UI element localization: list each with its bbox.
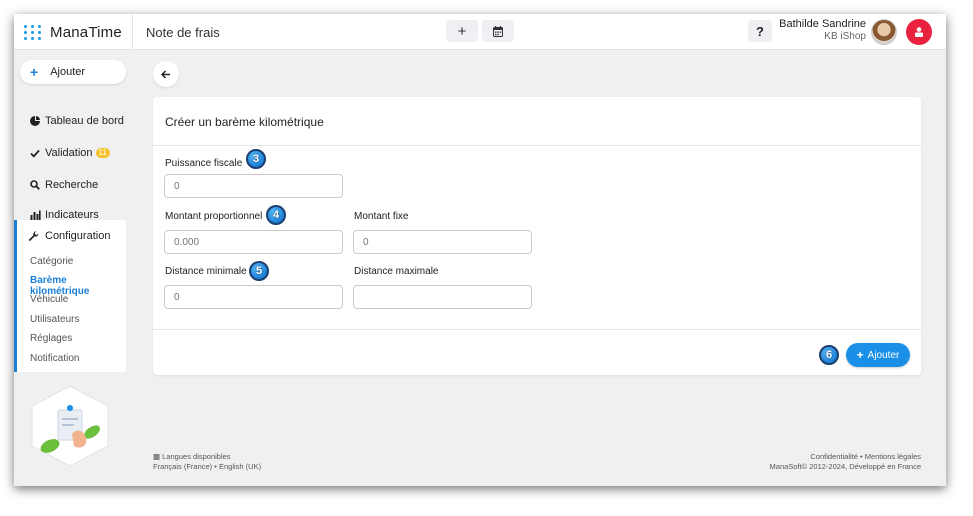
config-item-notification[interactable]: Notification	[30, 353, 79, 364]
step-marker-6: 6	[819, 345, 839, 365]
divider	[153, 145, 921, 146]
language-icon: ▩	[153, 452, 163, 461]
bar-chart-icon	[28, 210, 42, 220]
distance-maximale-label: Distance maximale	[354, 266, 439, 277]
montant-fixe-label: Montant fixe	[354, 211, 409, 222]
divider	[153, 329, 921, 330]
config-item-reglages[interactable]: Réglages	[30, 333, 72, 344]
sidebar-add-button[interactable]: + Ajouter	[20, 60, 126, 84]
avatar[interactable]	[871, 19, 897, 45]
quick-add-button[interactable]: +	[446, 20, 478, 42]
sidebar-item-label: Tableau de bord	[45, 115, 124, 127]
sidebar-item-label: Validation	[45, 147, 93, 159]
submit-label: Ajouter	[867, 349, 900, 361]
sidebar-item-dashboard[interactable]: Tableau de bord	[28, 113, 124, 129]
copyright: ManaSoft© 2012-2024, Développé en France	[769, 462, 921, 471]
step-marker-5: 5	[249, 261, 269, 281]
legal-links[interactable]: Confidentialité • Mentions légales	[770, 452, 921, 462]
puissance-fiscale-input[interactable]	[164, 174, 343, 198]
config-item-vehicule[interactable]: Véhicule	[30, 294, 68, 305]
app-window: ManaTime Note de frais + ? Bathilde Sand…	[14, 14, 946, 486]
languages-list[interactable]: Français (France) • English (UK)	[153, 462, 261, 472]
user-company: KB iShop	[824, 31, 866, 42]
sidebar-add-label: Ajouter	[50, 66, 86, 78]
sidebar-item-validation[interactable]: Validation 11	[28, 145, 110, 161]
distance-minimale-input[interactable]	[164, 285, 343, 309]
back-button[interactable]	[153, 61, 179, 87]
configuration-panel: Configuration Catégorie Barème kilométri…	[14, 220, 126, 372]
user-lock-icon	[915, 27, 923, 37]
calendar-icon	[493, 25, 503, 37]
config-item-utilisateurs[interactable]: Utilisateurs	[30, 314, 79, 325]
plus-icon: +	[30, 64, 39, 80]
plus-icon: +	[457, 22, 467, 40]
sidebar: + Ajouter Tableau de bord Validation 11 …	[14, 50, 132, 486]
help-button[interactable]: ?	[748, 20, 772, 42]
montant-proportionnel-label: Montant proportionnel	[165, 211, 263, 222]
footer-legal: Confidentialité • Mentions légales ManaS…	[770, 452, 921, 472]
plus-icon: +	[856, 348, 864, 362]
footer-languages: ▩ Langues disponibles Français (France) …	[153, 452, 261, 472]
config-item-categorie[interactable]: Catégorie	[30, 256, 73, 267]
distance-maximale-input[interactable]	[353, 285, 532, 309]
top-bar: ManaTime Note de frais + ? Bathilde Sand…	[14, 14, 946, 50]
calendar-button[interactable]	[482, 20, 514, 42]
promo-illustration	[31, 385, 109, 467]
logout-button[interactable]	[906, 19, 932, 45]
pie-chart-icon	[28, 116, 42, 126]
montant-proportionnel-input[interactable]	[164, 230, 343, 254]
montant-fixe-input[interactable]	[353, 230, 532, 254]
user-menu[interactable]: Bathilde Sandrine KB iShop	[776, 18, 866, 43]
form-card: Créer un barème kilométrique Puissance f…	[153, 97, 921, 375]
divider	[132, 14, 133, 50]
sidebar-item-label: Recherche	[45, 179, 99, 191]
step-marker-3: 3	[246, 149, 266, 169]
sidebar-item-search[interactable]: Recherche	[28, 177, 98, 193]
step-marker-4: 4	[266, 205, 286, 225]
count-badge: 11	[95, 148, 110, 158]
distance-minimale-label: Distance minimale	[165, 266, 247, 277]
languages-title: Langues disponibles	[162, 452, 231, 461]
submit-add-button[interactable]: + Ajouter	[846, 343, 910, 367]
page-title: Note de frais	[146, 25, 220, 40]
check-icon	[28, 149, 42, 158]
form-title: Créer un barème kilométrique	[165, 115, 324, 129]
arrow-left-icon	[161, 69, 170, 79]
configuration-header[interactable]: Configuration	[28, 230, 110, 242]
puissance-fiscale-label: Puissance fiscale	[165, 158, 243, 169]
brand-logo[interactable]: ManaTime	[24, 23, 122, 41]
search-icon	[28, 180, 42, 190]
configuration-title: Configuration	[45, 230, 111, 242]
grid-dots-icon	[24, 23, 42, 41]
wrench-icon	[28, 230, 39, 242]
brand-name: ManaTime	[50, 23, 122, 41]
user-name: Bathilde Sandrine	[779, 18, 866, 30]
